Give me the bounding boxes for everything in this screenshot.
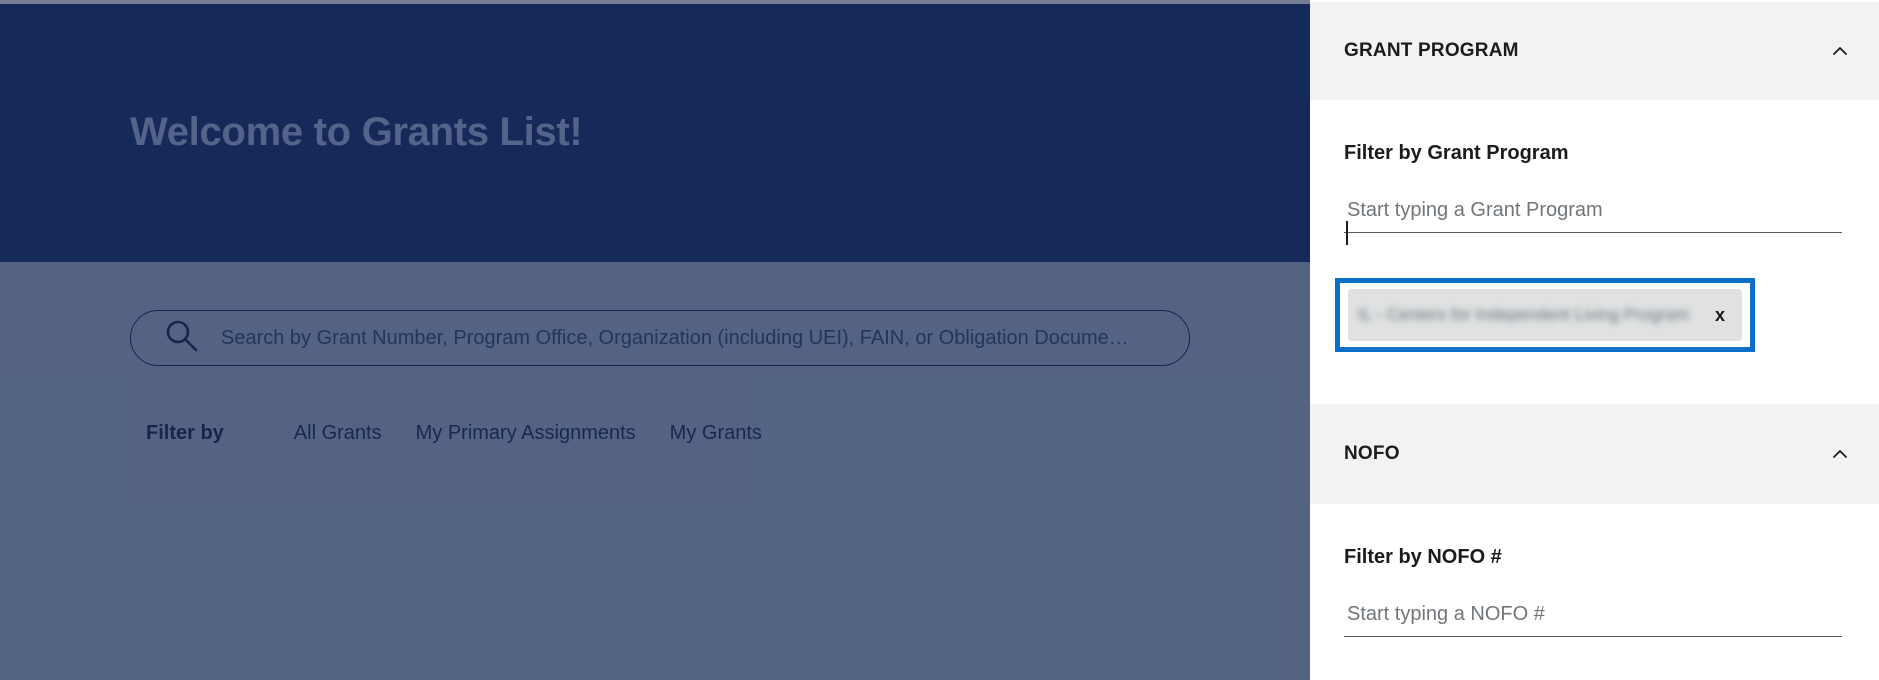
selected-chip-focus-ring: IL - Centers for Independent Living Prog… [1335, 278, 1755, 352]
nofo-section-body: Filter by NOFO # [1310, 504, 1879, 637]
selected-grant-program-chip[interactable]: IL - Centers for Independent Living Prog… [1348, 289, 1742, 341]
text-cursor [1346, 221, 1348, 245]
chip-label: IL - Centers for Independent Living Prog… [1358, 305, 1690, 324]
filter-drawer: GRANT PROGRAM Filter by Grant Program IL… [1310, 0, 1879, 680]
nofo-field-label: Filter by NOFO # [1344, 546, 1502, 568]
grant-program-input[interactable] [1344, 189, 1842, 233]
grant-program-section-title: GRANT PROGRAM [1344, 40, 1519, 61]
modal-backdrop[interactable] [0, 0, 1310, 680]
nofo-accordion-header[interactable]: NOFO [1310, 404, 1879, 504]
nofo-input[interactable] [1344, 593, 1842, 637]
grant-program-section-body: Filter by Grant Program IL - Centers for… [1310, 100, 1879, 352]
nofo-section-title: NOFO [1344, 443, 1400, 464]
grant-program-field-label: Filter by Grant Program [1344, 142, 1569, 164]
chevron-up-icon[interactable] [1831, 45, 1849, 57]
grant-program-accordion-header[interactable]: GRANT PROGRAM [1310, 2, 1879, 100]
chevron-up-icon[interactable] [1831, 448, 1849, 460]
chip-remove-button[interactable]: x [1708, 305, 1732, 326]
